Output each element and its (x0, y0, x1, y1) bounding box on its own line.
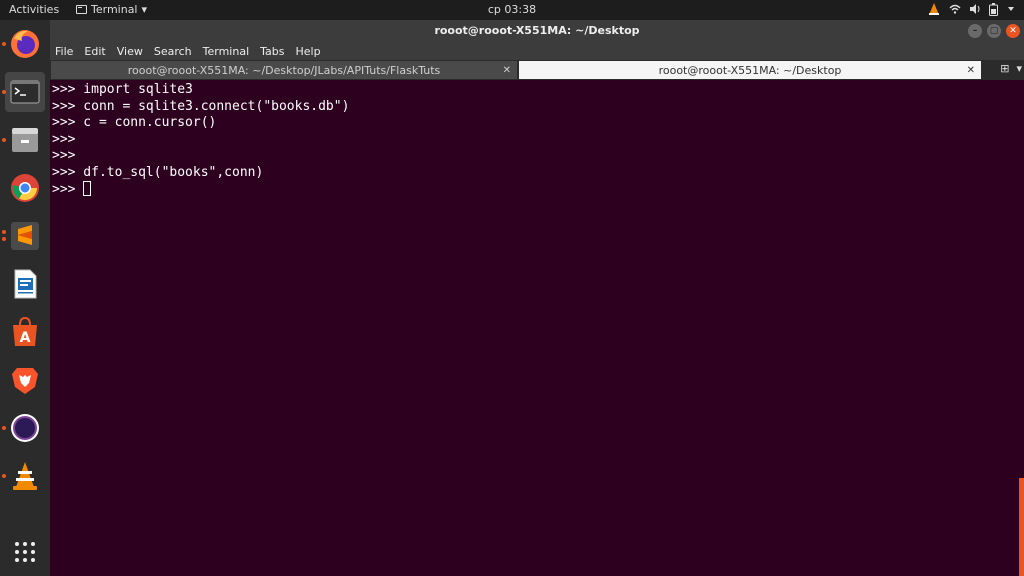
running-indicator (2, 230, 6, 234)
menu-tabs[interactable]: Tabs (260, 45, 284, 58)
chevron-down-icon[interactable]: ▾ (1016, 62, 1022, 75)
brave-lion-icon (12, 368, 38, 394)
scrollbar[interactable] (1019, 478, 1024, 576)
terminal-line: >>> c = conn.cursor() (52, 115, 217, 130)
dock-item-ubuntu-software[interactable]: A (5, 312, 45, 352)
maximize-button[interactable]: ▢ (987, 24, 1001, 38)
document-icon (14, 269, 37, 299)
top-bar: Activities Terminal ▾ cp 03:38 (0, 0, 1024, 20)
chevron-down-icon: ▾ (141, 3, 148, 16)
app-menu[interactable]: Terminal ▾ (76, 3, 147, 16)
activities-button[interactable]: Activities (9, 3, 59, 16)
files-icon (12, 128, 38, 152)
maximize-icon: ▢ (989, 26, 999, 36)
menu-bar: File Edit View Search Terminal Tabs Help (50, 42, 1024, 60)
menu-search[interactable]: Search (154, 45, 192, 58)
terminal-line: >>> df.to_sql("books",conn) (52, 164, 264, 180)
dock-item-brave[interactable] (5, 360, 45, 400)
volume-icon[interactable] (969, 3, 981, 15)
menu-edit[interactable]: Edit (84, 45, 105, 58)
new-tab-icon[interactable]: ⊞ (1000, 62, 1009, 75)
close-tab-icon[interactable]: ✕ (503, 65, 511, 76)
close-icon: ✕ (1009, 26, 1017, 36)
terminal-window: rooot@rooot-X551MA: ~/Desktop – ▢ ✕ File… (50, 20, 1024, 576)
firefox-icon (11, 30, 39, 58)
terminal-prompt-line: >>> (52, 181, 1024, 198)
minimize-button[interactable]: – (968, 24, 982, 38)
window-titlebar[interactable]: rooot@rooot-X551MA: ~/Desktop – ▢ ✕ (50, 20, 1024, 42)
tab-label: rooot@rooot-X551MA: ~/Desktop (658, 63, 842, 77)
dock-item-firefox[interactable] (2, 24, 45, 64)
text-cursor (83, 181, 92, 196)
terminal-line: >>> conn = sqlite3.connect("books.db") (52, 98, 350, 114)
menu-help[interactable]: Help (296, 45, 321, 58)
sublime-text-icon (11, 222, 39, 250)
dock-item-vlc[interactable] (2, 456, 45, 496)
terminal-icon (76, 5, 87, 14)
running-indicator (2, 138, 6, 142)
running-indicator (2, 426, 6, 430)
tab-flasktuts[interactable]: rooot@rooot-X551MA: ~/Desktop/JLabs/APIT… (51, 61, 517, 79)
software-store-icon: A (13, 316, 37, 346)
vlc-tray-icon[interactable] (927, 2, 941, 16)
battery-icon[interactable] (989, 2, 998, 16)
tab-label: rooot@rooot-X551MA: ~/Desktop/JLabs/APIT… (127, 63, 441, 77)
close-button[interactable]: ✕ (1006, 24, 1020, 38)
dock-item-files[interactable] (2, 120, 45, 160)
chevron-down-icon[interactable] (1006, 4, 1016, 14)
menu-file[interactable]: File (55, 45, 73, 58)
running-indicator (2, 42, 6, 46)
tor-browser-icon (11, 414, 39, 442)
dock-item-terminal[interactable] (2, 72, 45, 112)
tab-bar: rooot@rooot-X551MA: ~/Desktop/JLabs/APIT… (50, 60, 1024, 80)
app-grid-icon (15, 542, 35, 562)
running-indicator (2, 474, 6, 478)
minimize-icon: – (972, 26, 978, 36)
dock-item-libreoffice-writer[interactable] (5, 264, 45, 304)
dock-item-tor-browser[interactable] (2, 408, 45, 448)
chrome-icon (11, 174, 39, 202)
terminal-line: >>> (52, 148, 76, 163)
menu-view[interactable]: View (117, 45, 143, 58)
vlc-cone-icon (13, 462, 37, 490)
menu-terminal[interactable]: Terminal (203, 45, 250, 58)
terminal-output[interactable]: >>> import sqlite3 >>> conn = sqlite3.co… (50, 80, 1024, 576)
window-title: rooot@rooot-X551MA: ~/Desktop (434, 24, 640, 37)
clock[interactable]: cp 03:38 (488, 3, 536, 16)
app-menu-label: Terminal (91, 3, 138, 16)
svg-text:A: A (20, 330, 31, 346)
system-tray[interactable] (927, 2, 1016, 16)
terminal-line: >>> (52, 131, 76, 147)
tab-desktop[interactable]: rooot@rooot-X551MA: ~/Desktop ✕ (519, 61, 981, 79)
close-tab-icon[interactable]: ✕ (967, 65, 975, 76)
dock-item-chrome[interactable] (5, 168, 45, 208)
terminal-line: >>> import sqlite3 (52, 82, 193, 97)
dock: A (0, 20, 50, 576)
running-indicator (2, 237, 6, 241)
dock-item-sublime-text[interactable] (2, 216, 45, 256)
wifi-icon[interactable] (949, 3, 961, 15)
running-indicator (2, 90, 6, 94)
terminal-icon (10, 80, 40, 104)
show-applications-button[interactable] (5, 532, 45, 572)
prompt-text: >>> (52, 182, 84, 197)
